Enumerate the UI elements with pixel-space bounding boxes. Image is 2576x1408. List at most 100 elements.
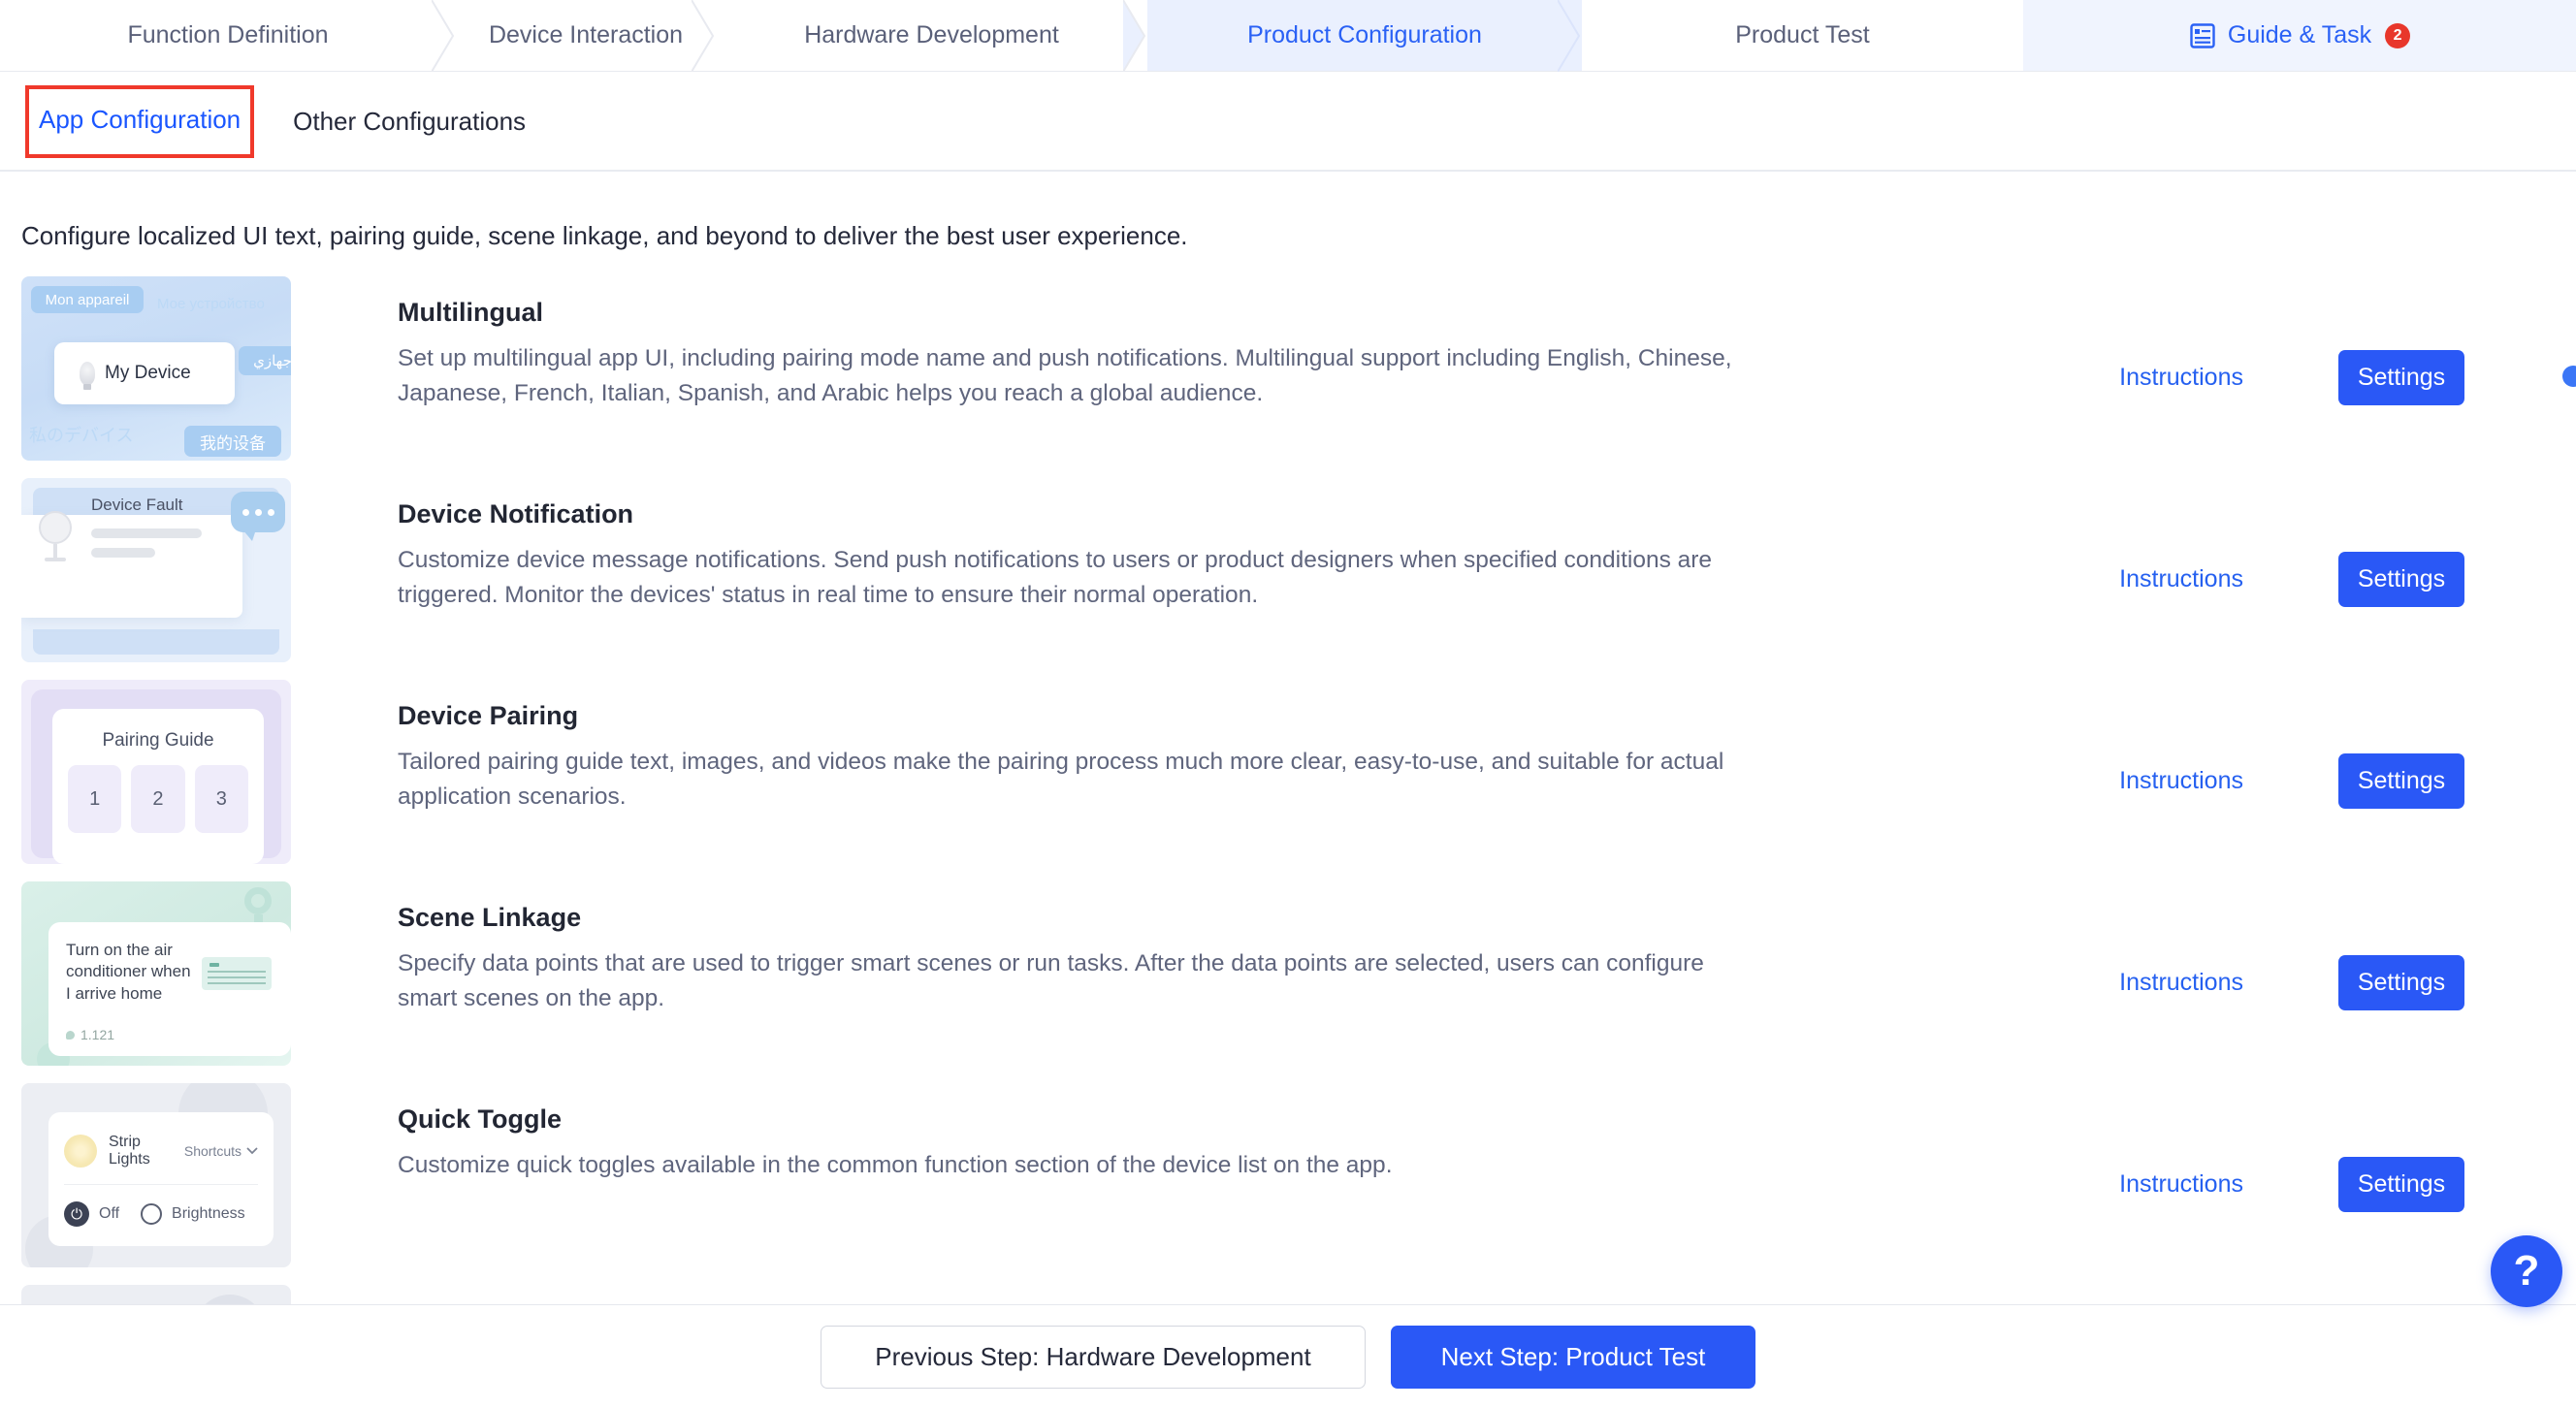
air-conditioner-icon — [202, 957, 272, 990]
card-description: Specify data points that are used to tri… — [398, 950, 1704, 1012]
step-device-interaction[interactable]: Device Interaction — [456, 0, 716, 72]
thumb-shortcuts-menu: Shortcuts — [184, 1143, 258, 1159]
list-item-partial — [0, 1285, 2576, 1304]
thumb-pairing-steps: 1 2 3 — [68, 765, 248, 833]
settings-button[interactable]: Settings — [2338, 551, 2464, 607]
card-actions: Instructions Settings — [2119, 276, 2576, 478]
card-content: Quick Toggle Customize quick toggles ava… — [291, 1083, 1746, 1183]
step-divider-arrow-icon — [1123, 0, 1146, 72]
card-content: Multilingual Set up multilingual app UI,… — [291, 276, 1746, 412]
instructions-link[interactable]: Instructions — [2119, 565, 2243, 593]
edge-chip-icon — [2562, 366, 2576, 387]
card-content: Device Notification Customize device mes… — [291, 478, 1746, 614]
thumb-language-chip: Mon appareil — [31, 286, 144, 313]
guide-task-badge: 2 — [2385, 22, 2411, 48]
configuration-tabs: App Configuration Other Configurations — [0, 72, 2576, 171]
thumb-device-row: Strip Lights Shortcuts — [64, 1128, 258, 1174]
tab-app-configuration[interactable]: App Configuration — [24, 84, 255, 158]
tab-label: Other Configurations — [293, 106, 527, 136]
tab-other-configurations[interactable]: Other Configurations — [275, 95, 543, 148]
chevron-down-icon — [246, 1147, 258, 1155]
step-product-test[interactable]: Product Test — [1582, 0, 2023, 71]
multilingual-thumbnail: Mon appareil Мое устройство My Device جه… — [21, 276, 291, 461]
card-actions: Instructions Settings — [2119, 680, 2576, 881]
thumb-device-card: My Device — [54, 342, 235, 404]
like-icon — [66, 1030, 75, 1040]
step-label: Device Interaction — [488, 21, 684, 48]
list-item: Pairing Guide 1 2 3 Device Pairing Tailo… — [0, 680, 2576, 881]
list-item: Strip Lights Shortcuts ⏻ Off Brightness … — [0, 1083, 2576, 1285]
thumb-shortcuts-label: Shortcuts — [183, 1143, 242, 1159]
thumb-placeholder-line — [91, 528, 202, 538]
document-list-icon — [2189, 22, 2216, 49]
device-pairing-thumbnail: Pairing Guide 1 2 3 — [21, 680, 291, 864]
thumb-band — [33, 629, 279, 655]
page-description: Configure localized UI text, pairing gui… — [21, 221, 1188, 250]
thumb-language-text: 私のデバイス — [29, 426, 134, 445]
instructions-link[interactable]: Instructions — [2119, 364, 2243, 392]
thumb-count-value: 1.121 — [80, 1027, 115, 1042]
settings-button[interactable]: Settings — [2338, 1156, 2464, 1212]
step-divider-arrow-icon — [432, 0, 455, 72]
step-hardware-development[interactable]: Hardware Development — [716, 0, 1147, 72]
previous-step-button[interactable]: Previous Step: Hardware Development — [821, 1325, 1366, 1389]
card-actions: Instructions Settings — [2119, 478, 2576, 680]
list-item: Mon appareil Мое устройство My Device جه… — [0, 276, 2576, 478]
quick-toggle-thumbnail: Strip Lights Shortcuts ⏻ Off Brightness — [21, 1083, 291, 1267]
instructions-link[interactable]: Instructions — [2119, 1170, 2243, 1199]
scene-linkage-thumbnail: Turn on the air conditioner when I arriv… — [21, 881, 291, 1066]
step-function-definition[interactable]: Function Definition — [0, 0, 456, 72]
thumb-scene-card: Turn on the air conditioner when I arriv… — [48, 922, 291, 1056]
thumb-pairing-card: Pairing Guide 1 2 3 — [52, 709, 264, 864]
step-product-configuration[interactable]: Product Configuration — [1147, 0, 1582, 72]
power-icon: ⏻ — [64, 1201, 89, 1227]
fan-icon — [39, 511, 72, 561]
step-label: Hardware Development — [804, 21, 1059, 48]
card-title: Multilingual — [398, 298, 543, 327]
settings-button[interactable]: Settings — [2338, 752, 2464, 809]
step-divider-arrow-icon — [1558, 0, 1581, 72]
step-navigation: Function Definition Device Interaction H… — [0, 0, 2576, 72]
chat-bubble-icon — [231, 492, 285, 541]
card-content: Device Pairing Tailored pairing guide te… — [291, 680, 1746, 816]
card-description: Tailored pairing guide text, images, and… — [398, 749, 1724, 811]
step-divider-arrow-icon — [692, 0, 715, 72]
card-description: Customize device message notifications. … — [398, 547, 1713, 609]
step-label: Function Definition — [127, 21, 329, 48]
instructions-link[interactable]: Instructions — [2119, 969, 2243, 997]
help-button[interactable]: ? — [2491, 1235, 2562, 1307]
thumb-language-chip: 我的设备 — [184, 426, 281, 457]
card-actions: Instructions Settings — [2119, 881, 2576, 1083]
step-label: Product Configuration — [1247, 21, 1482, 48]
thumb-like-count: 1.121 — [66, 1027, 114, 1042]
tabs-underline — [0, 170, 2576, 172]
device-notification-thumbnail: Device Fault — [21, 478, 291, 662]
next-step-button[interactable]: Next Step: Product Test — [1391, 1325, 1755, 1389]
card-description: Set up multilingual app UI, including pa… — [398, 345, 1732, 407]
bulb-icon — [80, 362, 95, 390]
strip-light-icon — [64, 1135, 97, 1168]
next-card-thumbnail — [21, 1285, 291, 1304]
thumb-language-text: Мое устройство — [157, 296, 265, 312]
thumb-pairing-title: Pairing Guide — [102, 730, 214, 751]
thumb-notification-title: Device Fault — [91, 496, 183, 514]
thumb-language-chip: جهازي — [239, 346, 291, 375]
list-item: Turn on the air conditioner when I arriv… — [0, 881, 2576, 1083]
card-title: Device Pairing — [398, 701, 579, 730]
thumb-circle — [194, 1295, 266, 1304]
guide-and-task-button[interactable]: Guide & Task 2 — [2023, 0, 2576, 71]
instructions-link[interactable]: Instructions — [2119, 767, 2243, 795]
settings-button[interactable]: Settings — [2338, 349, 2464, 405]
thumb-device-name: Strip Lights — [109, 1134, 150, 1168]
card-title: Device Notification — [398, 499, 634, 528]
thumb-brightness-label: Brightness — [172, 1205, 245, 1222]
guide-and-task-label: Guide & Task — [2227, 21, 2372, 48]
thumb-controls-row: ⏻ Off Brightness — [64, 1201, 258, 1227]
step-label: Product Test — [1735, 21, 1870, 48]
settings-button[interactable]: Settings — [2338, 954, 2464, 1010]
thumb-toggle-card: Strip Lights Shortcuts ⏻ Off Brightness — [48, 1112, 274, 1246]
thumb-power-state: Off — [99, 1205, 120, 1222]
wizard-footer: Previous Step: Hardware Development Next… — [0, 1304, 2576, 1408]
thumb-device-label: My Device — [105, 363, 191, 383]
thumb-scene-text: Turn on the air conditioner when I arriv… — [66, 941, 191, 1003]
